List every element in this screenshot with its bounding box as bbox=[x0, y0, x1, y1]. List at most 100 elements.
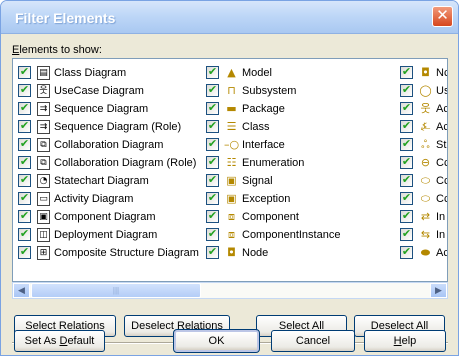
element-checkbox[interactable]: ✔ bbox=[206, 246, 219, 259]
elements-to-show-label: Elements to show: bbox=[12, 44, 102, 56]
element-checkbox[interactable]: ✔ bbox=[18, 66, 31, 79]
actor-role-icon: ⍼ bbox=[420, 120, 431, 133]
horizontal-scrollbar[interactable]: ◀ ||| ▶ bbox=[12, 282, 448, 299]
element-label: Component Diagram bbox=[54, 211, 156, 223]
statechart-diagram-icon: ◔ bbox=[37, 174, 50, 188]
scroll-right-button[interactable]: ▶ bbox=[430, 283, 447, 298]
component-icon: ⧈ bbox=[228, 210, 235, 223]
close-button[interactable]: ✕ bbox=[432, 6, 453, 27]
ok-button[interactable]: OK bbox=[173, 329, 260, 353]
element-label: Statechart Diagram bbox=[54, 175, 149, 187]
element-label: Signal bbox=[242, 175, 273, 187]
elements-checklist[interactable]: ✔ ▤ Class Diagram ✔ 웃 UseCase Diagram ✔ ⇉ Sequen… bbox=[12, 58, 448, 282]
element-checkbox[interactable]: ✔ bbox=[18, 246, 31, 259]
element-label: Composite Structure Diagram bbox=[54, 247, 199, 259]
element-checkbox[interactable]: ✔ bbox=[18, 192, 31, 205]
element-label: Deployment Diagram bbox=[54, 229, 158, 241]
element-checkbox[interactable]: ✔ bbox=[206, 228, 219, 241]
element-checkbox[interactable]: ✔ bbox=[206, 210, 219, 223]
class-diagram-icon: ▤ bbox=[37, 66, 50, 80]
element-checkbox[interactable]: ✔ bbox=[206, 102, 219, 115]
actor-icon: 웃 bbox=[420, 102, 431, 115]
element-checkbox[interactable]: ✔ bbox=[400, 120, 413, 133]
element-label: Cc bbox=[436, 157, 447, 169]
element-label: ComponentInstance bbox=[242, 229, 341, 241]
element-checkbox[interactable]: ✔ bbox=[206, 120, 219, 133]
element-checkbox[interactable]: ✔ bbox=[18, 138, 31, 151]
element-checkbox[interactable]: ✔ bbox=[18, 120, 31, 133]
element-checkbox[interactable]: ✔ bbox=[400, 246, 413, 259]
element-label: Cc bbox=[436, 175, 447, 187]
interaction-instance-icon: ⇆ bbox=[420, 228, 431, 241]
interaction-icon: ⇄ bbox=[420, 210, 431, 223]
element-label: Model bbox=[242, 67, 272, 79]
cancel-button[interactable]: Cancel bbox=[271, 330, 355, 352]
element-label: Nc bbox=[436, 67, 447, 79]
element-label: Activity Diagram bbox=[54, 193, 134, 205]
element-checkbox[interactable]: ✔ bbox=[400, 84, 413, 97]
element-checkbox[interactable]: ✔ bbox=[18, 210, 31, 223]
element-label: In bbox=[436, 211, 446, 223]
collaboration-role-diagram-icon: ⧉ bbox=[37, 156, 50, 170]
element-label: Package bbox=[242, 103, 285, 115]
element-label: Us bbox=[436, 85, 447, 97]
activity-icon: ⬬ bbox=[420, 246, 431, 259]
collaboration-role-icon: ⬭ bbox=[420, 192, 431, 205]
collaboration-icon: ⊖ bbox=[420, 156, 431, 169]
deployment-diagram-icon: ◫ bbox=[37, 228, 50, 242]
element-label: Interface bbox=[242, 139, 285, 151]
element-checkbox[interactable]: ✔ bbox=[206, 192, 219, 205]
interface-icon: –○ bbox=[224, 138, 240, 151]
element-checkbox[interactable]: ✔ bbox=[400, 174, 413, 187]
element-label: Ac bbox=[436, 103, 448, 115]
element-checkbox[interactable]: ✔ bbox=[18, 156, 31, 169]
sequence-role-diagram-icon: ⇉ bbox=[37, 120, 50, 134]
enumeration-icon: ☷ bbox=[226, 156, 237, 169]
element-checkbox[interactable]: ✔ bbox=[206, 174, 219, 187]
usecase-diagram-icon: 웃 bbox=[37, 84, 50, 98]
element-checkbox[interactable]: ✔ bbox=[400, 192, 413, 205]
element-checkbox[interactable]: ✔ bbox=[400, 66, 413, 79]
scroll-thumb[interactable]: ||| bbox=[31, 283, 201, 298]
usecase-icon: ◯ bbox=[419, 84, 432, 97]
class-icon: ☰ bbox=[226, 120, 237, 133]
element-label: UseCase Diagram bbox=[54, 85, 144, 97]
set-as-default-button[interactable]: Set As Default bbox=[14, 330, 105, 352]
subsystem-icon: ⊓ bbox=[227, 84, 236, 97]
element-label: Ac bbox=[436, 121, 448, 133]
node-icon: ◘ bbox=[227, 246, 236, 259]
state-icon: ஃ bbox=[421, 138, 430, 151]
element-checkbox[interactable]: ✔ bbox=[400, 138, 413, 151]
element-checkbox[interactable]: ✔ bbox=[400, 228, 413, 241]
element-label: Sequence Diagram (Role) bbox=[54, 121, 182, 133]
node-instance-icon: ◘ bbox=[421, 66, 430, 79]
element-checkbox[interactable]: ✔ bbox=[206, 84, 219, 97]
help-button[interactable]: Help bbox=[364, 330, 446, 352]
scroll-left-button[interactable]: ◀ bbox=[13, 283, 30, 298]
sequence-diagram-icon: ⇉ bbox=[37, 102, 50, 116]
element-checkbox[interactable]: ✔ bbox=[18, 102, 31, 115]
element-checkbox[interactable]: ✔ bbox=[206, 66, 219, 79]
element-label: Collaboration Diagram bbox=[54, 139, 164, 151]
element-checkbox[interactable]: ✔ bbox=[206, 156, 219, 169]
element-label: Exception bbox=[242, 193, 291, 205]
element-checkbox[interactable]: ✔ bbox=[400, 102, 413, 115]
activity-diagram-icon: ▭ bbox=[37, 192, 50, 206]
element-checkbox[interactable]: ✔ bbox=[18, 174, 31, 187]
composite-structure-diagram-icon: ⊞ bbox=[37, 246, 50, 260]
element-label: St bbox=[436, 139, 447, 151]
element-label: Sequence Diagram bbox=[54, 103, 149, 115]
element-label: Ac bbox=[436, 247, 448, 259]
element-checkbox[interactable]: ✔ bbox=[18, 228, 31, 241]
element-checkbox[interactable]: ✔ bbox=[400, 210, 413, 223]
signal-icon: ▣ bbox=[226, 174, 237, 187]
element-checkbox[interactable]: ✔ bbox=[18, 84, 31, 97]
element-checkbox[interactable]: ✔ bbox=[400, 156, 413, 169]
exception-icon: ▣ bbox=[226, 192, 237, 205]
component-instance-icon: ⧈ bbox=[228, 228, 235, 241]
title-bar[interactable]: Filter Elements ✕ bbox=[1, 1, 458, 34]
component-diagram-icon: ▣ bbox=[37, 210, 50, 224]
filter-elements-dialog: Filter Elements ✕ Elements to show: ✔ ▤ Cl… bbox=[0, 0, 459, 356]
dialog-body: Elements to show: ✔ ▤ Class Diagram ✔ 웃 UseCa… bbox=[7, 34, 452, 353]
element-checkbox[interactable]: ✔ bbox=[206, 138, 219, 151]
